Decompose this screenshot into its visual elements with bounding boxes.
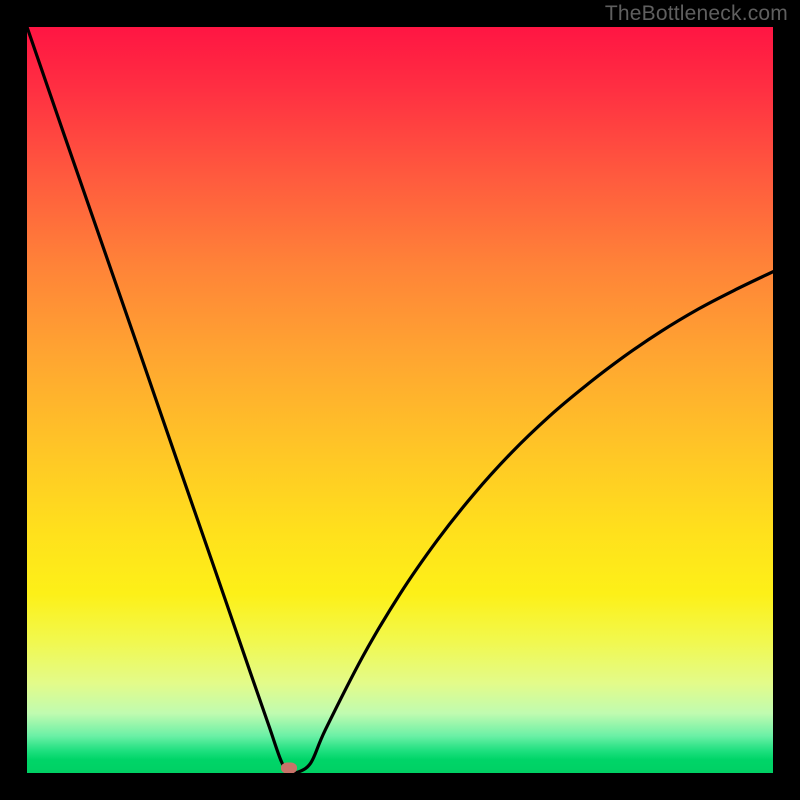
chart-frame: TheBottleneck.com [0,0,800,800]
watermark-text: TheBottleneck.com [605,2,788,26]
curve-path [27,27,773,773]
optimal-point-marker [281,762,297,773]
plot-area [27,27,773,773]
bottleneck-curve [27,27,773,773]
